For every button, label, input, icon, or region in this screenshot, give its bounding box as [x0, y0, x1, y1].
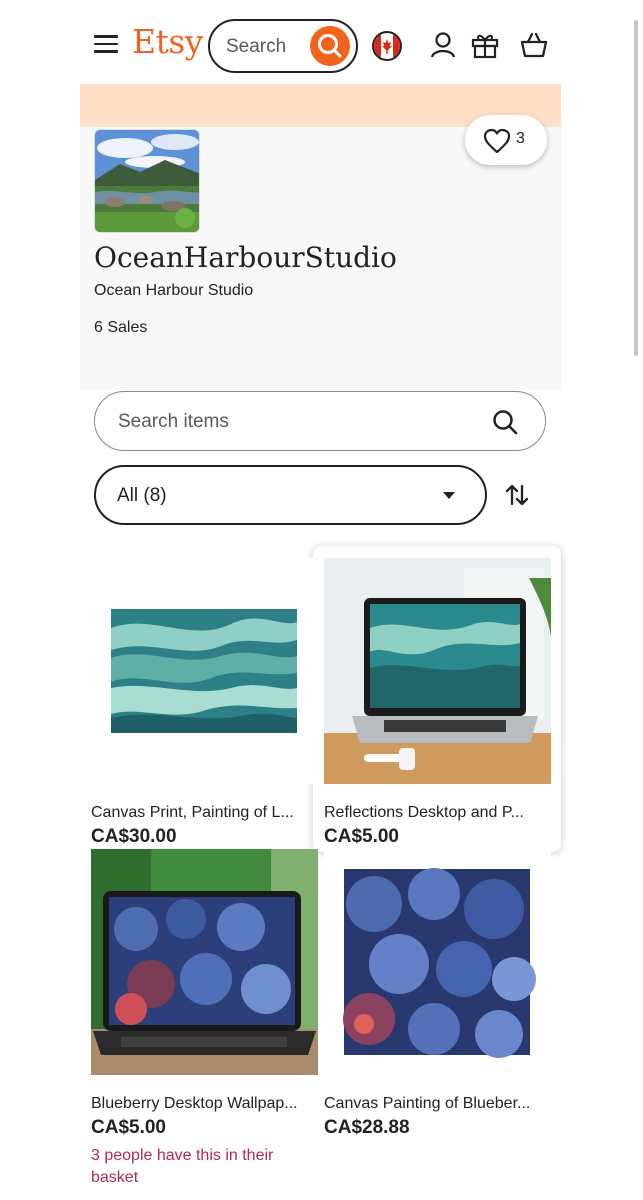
listing-title[interactable]: Blueberry Desktop Wallpap... — [91, 1095, 319, 1113]
listing-price: CA$30.00 — [91, 826, 177, 847]
listing-price: CA$5.00 — [91, 1117, 166, 1138]
site-search-placeholder: Search — [226, 36, 287, 57]
listing-title[interactable]: Reflections Desktop and P... — [324, 804, 552, 822]
account-icon[interactable] — [428, 30, 458, 60]
listing-price: CA$28.88 — [324, 1117, 410, 1138]
section-filter-select[interactable]: All (8) — [94, 465, 487, 525]
etsy-logo[interactable]: Etsy — [132, 22, 203, 61]
listing-image[interactable] — [324, 849, 551, 1075]
sort-icon[interactable] — [504, 482, 530, 508]
shop-sales-count: 6 Sales — [94, 319, 148, 336]
shop-header: 3 OceanHarbourStudio Ocean Harbour Studi… — [80, 115, 561, 390]
search-icon[interactable] — [491, 408, 519, 436]
listing-title[interactable]: Canvas Print, Painting of L... — [91, 804, 319, 822]
page-scrollbar[interactable] — [634, 20, 638, 356]
shop-subtitle: Ocean Harbour Studio — [94, 282, 254, 299]
listing-image[interactable] — [91, 558, 318, 784]
items-search-input[interactable]: Search items — [94, 391, 546, 451]
search-icon — [318, 34, 342, 58]
items-search-placeholder: Search items — [118, 411, 229, 432]
basket-icon[interactable] — [519, 30, 549, 60]
top-header: Etsy Search — [0, 0, 643, 84]
canada-flag-icon[interactable] — [372, 31, 402, 61]
basket-count-note: 3 people have this in their basket — [91, 1147, 274, 1186]
heart-icon — [483, 128, 511, 154]
favorite-shop-button[interactable]: 3 — [465, 115, 547, 165]
listing-price: CA$5.00 — [324, 826, 399, 847]
menu-icon[interactable] — [94, 35, 118, 55]
section-filter-value: All (8) — [117, 485, 167, 506]
shop-name: OceanHarbourStudio — [94, 241, 397, 274]
listing-title[interactable]: Canvas Painting of Blueber... — [324, 1095, 552, 1113]
shop-avatar — [94, 129, 200, 233]
listing-image[interactable] — [91, 849, 318, 1075]
favorites-count: 3 — [516, 130, 525, 147]
listing-image[interactable] — [324, 558, 551, 784]
gift-icon[interactable] — [470, 30, 500, 60]
search-submit-button[interactable] — [310, 26, 350, 66]
chevron-down-icon — [443, 492, 455, 499]
site-search-input[interactable]: Search — [208, 19, 358, 73]
